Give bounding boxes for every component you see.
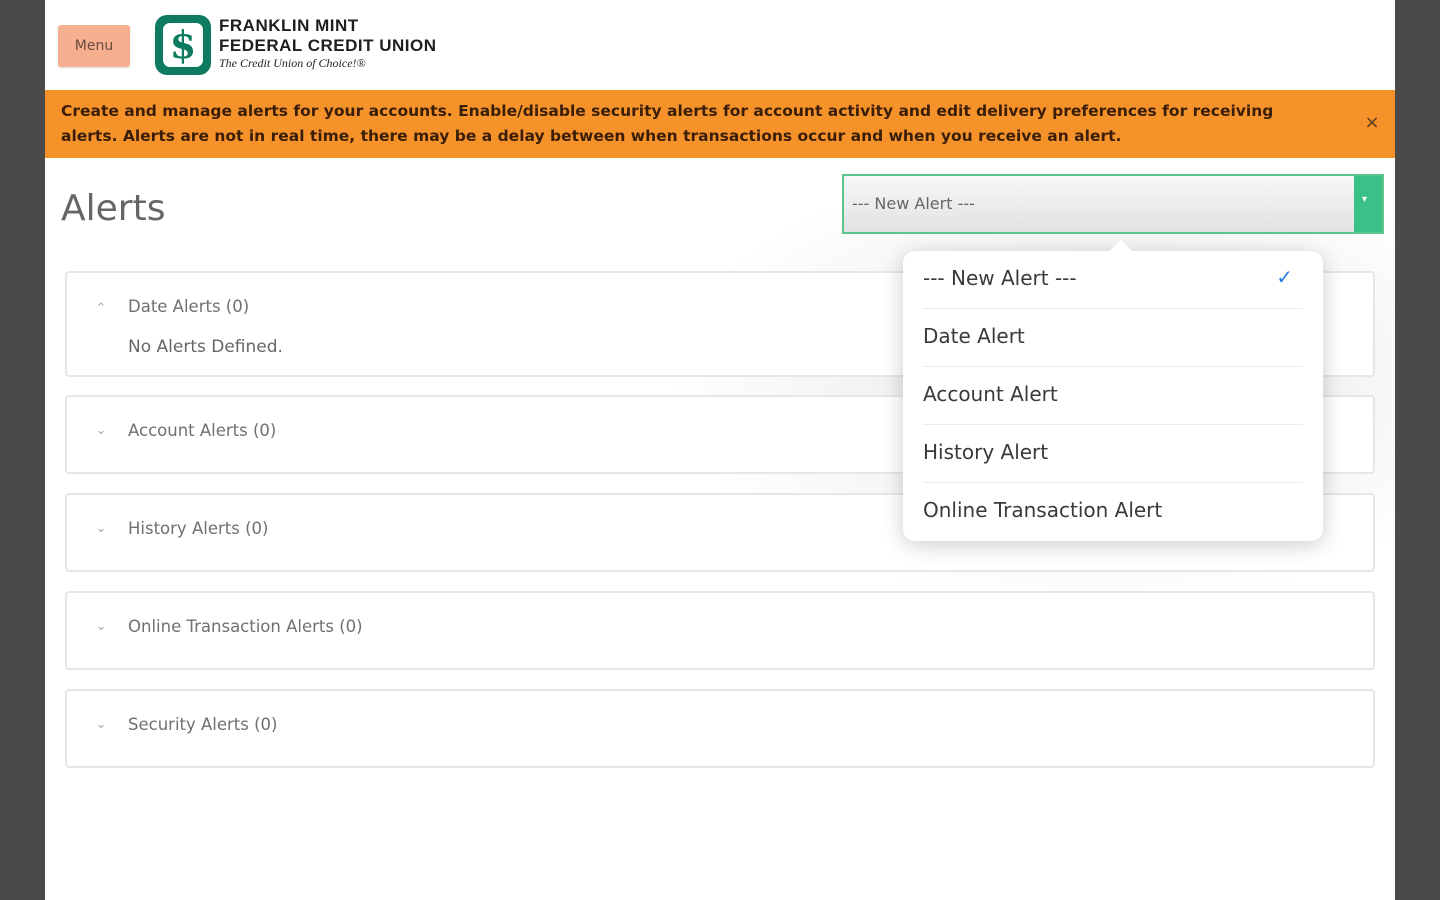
chevron-down-icon[interactable]: ⌄ xyxy=(93,423,109,439)
chevron-down-icon[interactable]: ⌄ xyxy=(93,619,109,635)
dropdown-option-history-alert[interactable]: History Alert xyxy=(923,425,1303,483)
page-title: Alerts xyxy=(61,188,166,229)
option-label: Date Alert xyxy=(923,324,1025,348)
dropdown-option-date-alert[interactable]: Date Alert xyxy=(923,309,1303,367)
chevron-up-icon[interactable]: ⌃ xyxy=(93,301,109,317)
logo-line1: FRANKLIN MINT xyxy=(219,16,359,35)
close-icon[interactable]: × xyxy=(1361,112,1383,134)
logo-s-glyph: $ xyxy=(169,22,197,67)
dropdown-option-new-alert[interactable]: --- New Alert --- ✓ xyxy=(923,251,1303,309)
logo-inner: $ xyxy=(163,23,203,67)
panel-title[interactable]: Date Alerts (0) xyxy=(128,297,249,316)
panel-title[interactable]: History Alerts (0) xyxy=(128,519,268,538)
panel-online-transaction-alerts[interactable]: ⌄ Online Transaction Alerts (0) xyxy=(65,591,1375,670)
option-label: Online Transaction Alert xyxy=(923,498,1163,522)
caret-down-icon: ▾ xyxy=(1362,194,1368,205)
panel-title[interactable]: Online Transaction Alerts (0) xyxy=(128,617,363,636)
header: Menu $ FRANKLIN MINT FEDERAL CREDIT UNIO… xyxy=(45,0,1395,90)
panel-title[interactable]: Account Alerts (0) xyxy=(128,421,276,440)
logo-text[interactable]: FRANKLIN MINT FEDERAL CREDIT UNION The C… xyxy=(219,16,436,70)
menu-button[interactable]: Menu xyxy=(58,25,130,67)
select-toggle[interactable]: ▾ xyxy=(1354,176,1382,232)
panel-title[interactable]: Security Alerts (0) xyxy=(128,715,278,734)
panel-empty-text: No Alerts Defined. xyxy=(128,337,283,357)
dropdown-option-account-alert[interactable]: Account Alert xyxy=(923,367,1303,425)
logo-icon[interactable]: $ xyxy=(155,15,211,75)
option-label: History Alert xyxy=(923,440,1049,464)
chevron-down-icon[interactable]: ⌄ xyxy=(93,717,109,733)
panel-security-alerts[interactable]: ⌄ Security Alerts (0) xyxy=(65,689,1375,768)
option-label: Account Alert xyxy=(923,382,1058,406)
checkmark-icon: ✓ xyxy=(1276,265,1293,289)
select-value: --- New Alert --- xyxy=(852,194,975,213)
chevron-down-icon[interactable]: ⌄ xyxy=(93,521,109,537)
new-alert-dropdown: --- New Alert --- ✓ Date Alert Account A… xyxy=(903,239,1323,541)
logo-line2: FEDERAL CREDIT UNION xyxy=(219,36,437,55)
dropdown-option-online-transaction-alert[interactable]: Online Transaction Alert xyxy=(923,483,1303,541)
option-label: --- New Alert --- xyxy=(923,266,1077,290)
logo-tagline: The Credit Union of Choice!® xyxy=(219,56,366,70)
info-banner: Create and manage alerts for your accoun… xyxy=(45,90,1395,158)
banner-text: Create and manage alerts for your accoun… xyxy=(61,102,1274,145)
new-alert-select[interactable]: --- New Alert --- ▾ xyxy=(842,174,1384,234)
app-window: Menu $ FRANKLIN MINT FEDERAL CREDIT UNIO… xyxy=(45,0,1395,900)
